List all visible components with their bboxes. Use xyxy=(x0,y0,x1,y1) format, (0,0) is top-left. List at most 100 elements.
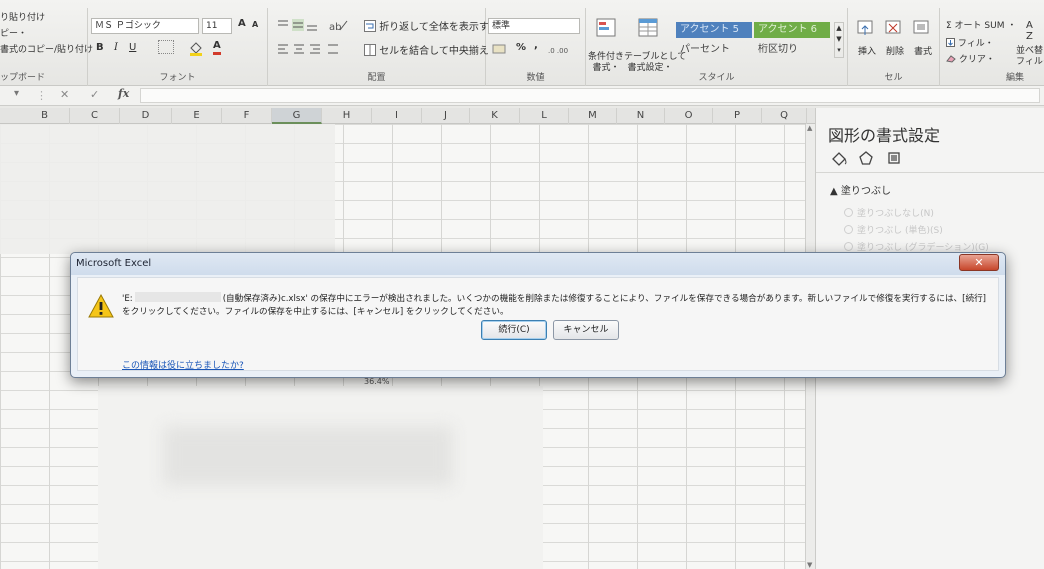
fill-section-header[interactable]: ▲ 塗りつぶし xyxy=(830,182,891,197)
font-group-label: フォント xyxy=(159,73,196,83)
fill-button[interactable]: フィル・ xyxy=(946,36,994,49)
format-cells-icon[interactable] xyxy=(912,18,932,41)
column-header-n[interactable]: N xyxy=(617,108,665,124)
progress-label: 36.4% xyxy=(364,377,390,386)
cells-group-label: セル xyxy=(884,73,903,83)
font-name-select[interactable]: ＭＳ Ｐゴシック xyxy=(91,18,199,34)
column-header-l[interactable]: L xyxy=(520,108,569,124)
style-accent6[interactable]: アクセント 6 xyxy=(754,22,830,38)
fill-none-option[interactable]: 塗りつぶしなし(N) xyxy=(844,206,934,219)
column-header-h[interactable]: H xyxy=(322,108,372,124)
styles-group: 条件付き 書式・ テーブルとして 書式設定・ アクセント 5 アクセント 6 パ… xyxy=(586,8,848,86)
autosum-button[interactable]: Σ オート SUM ・ xyxy=(946,18,1016,31)
feedback-link[interactable]: この情報は役に立ちましたか? xyxy=(122,358,244,371)
style-comma[interactable]: 桁区切り xyxy=(754,42,830,58)
merge-center-button[interactable]: セルを結合して中央揃え xyxy=(364,42,489,57)
column-header-o[interactable]: O xyxy=(665,108,713,124)
sheet-obscured-shape xyxy=(98,386,543,569)
format-button[interactable]: 書式 xyxy=(914,44,932,57)
column-header-q[interactable]: Q xyxy=(762,108,807,124)
font-size-select[interactable]: 11 xyxy=(202,18,232,34)
clear-button[interactable]: クリア・ xyxy=(946,52,995,65)
italic-button[interactable]: I xyxy=(114,42,118,53)
insert-cells-icon[interactable] xyxy=(856,18,876,41)
message-prefix: 'E: xyxy=(122,294,133,304)
style-accent5[interactable]: アクセント 5 xyxy=(676,22,752,38)
column-header-k[interactable]: K xyxy=(470,108,520,124)
clear-label: クリア・ xyxy=(958,55,995,65)
fill-line-icon[interactable] xyxy=(830,150,848,169)
sort-filter-icon[interactable]: AZ xyxy=(1024,18,1040,45)
effects-icon[interactable] xyxy=(858,150,874,169)
insert-button[interactable]: 挿入 xyxy=(858,44,876,57)
merge-center-label: セルを結合して中央揃え xyxy=(379,46,489,57)
paste-button[interactable]: り貼り付け xyxy=(0,10,93,26)
fill-label: フィル・ xyxy=(957,39,994,49)
column-header-f[interactable]: F xyxy=(222,108,272,124)
align-top-icon[interactable] xyxy=(276,18,318,35)
orientation-icon[interactable]: ab xyxy=(328,18,348,35)
scroll-up-icon[interactable]: ▲ xyxy=(807,124,812,132)
comma-button[interactable]: , xyxy=(534,40,538,51)
column-header-b[interactable]: B xyxy=(20,108,70,124)
format-as-table-icon[interactable] xyxy=(638,18,660,41)
format-painter-button[interactable]: 書式のコピー/貼り付け xyxy=(0,42,93,58)
fill-color-icon[interactable] xyxy=(188,40,204,59)
cancel-icon[interactable]: ✕ xyxy=(60,88,69,101)
svg-text:ab: ab xyxy=(329,22,341,32)
column-header-d[interactable]: D xyxy=(120,108,172,124)
number-group-label: 数値 xyxy=(526,73,545,83)
percent-button[interactable]: % xyxy=(516,42,526,53)
style-percent[interactable]: パーセント xyxy=(676,42,752,58)
name-box-dropdown-icon[interactable]: ▾ xyxy=(14,88,19,99)
grow-font-button[interactable]: A xyxy=(238,18,246,29)
filter-label: フィルタ xyxy=(1016,57,1044,67)
svg-text:Z: Z xyxy=(1026,31,1033,42)
continue-button[interactable]: 続行(C) xyxy=(481,320,547,340)
increase-decimal-icon[interactable]: .0 .00 xyxy=(548,42,578,59)
cancel-button[interactable]: キャンセル xyxy=(553,320,619,340)
delete-button[interactable]: 削除 xyxy=(886,44,904,57)
column-header-p[interactable]: P xyxy=(713,108,762,124)
number-format-select[interactable]: 標準 xyxy=(488,18,580,34)
bold-button[interactable]: B xyxy=(96,42,104,53)
column-header-e[interactable]: E xyxy=(172,108,222,124)
column-header-c[interactable]: C xyxy=(70,108,120,124)
conditional-format-icon[interactable] xyxy=(596,18,618,41)
formula-bar: ▾ ⋮ ✕ ✓ fx xyxy=(0,86,1044,106)
alignment-group-label: 配置 xyxy=(367,73,386,83)
ribbon: り貼り付け ピー・ 書式のコピー/貼り付け ップボード ＭＳ Ｐゴシック 11 … xyxy=(0,0,1044,86)
size-properties-icon[interactable] xyxy=(886,150,902,169)
message-body: (自動保存済み)c.xlsx' の保存中にエラーが検出されました。いくつかの機能… xyxy=(122,294,987,317)
sort-filter-button[interactable]: 並べ替フィルタ xyxy=(1016,46,1044,68)
align-left-icon[interactable] xyxy=(276,42,346,59)
shrink-font-button[interactable]: A xyxy=(252,20,258,29)
delete-cells-icon[interactable] xyxy=(884,18,904,41)
clipboard-group: り貼り付け ピー・ 書式のコピー/貼り付け ップボード xyxy=(0,8,93,86)
cells-group: 挿入 削除 書式 セル xyxy=(848,8,940,86)
redacted-filename xyxy=(134,292,221,302)
svg-text:.0 .00: .0 .00 xyxy=(548,47,568,55)
column-header-i[interactable]: I xyxy=(372,108,422,124)
wrap-text-label: 折り返して全体を表示する xyxy=(379,22,499,33)
column-header-j[interactable]: J xyxy=(422,108,470,124)
insert-function-icon[interactable]: fx xyxy=(118,87,129,100)
font-color-button[interactable]: A xyxy=(213,40,221,55)
fill-solid-option[interactable]: 塗りつぶし (単色)(S) xyxy=(844,223,943,236)
copy-button[interactable]: ピー・ xyxy=(0,26,93,42)
dialog-body: 'E: (自動保存済み)c.xlsx' の保存中にエラーが検出されました。いくつか… xyxy=(77,277,999,371)
currency-icon[interactable] xyxy=(492,42,510,59)
formula-input[interactable] xyxy=(140,88,1040,103)
underline-button[interactable]: U xyxy=(129,42,136,53)
enter-icon[interactable]: ✓ xyxy=(90,88,99,101)
dialog-titlebar: Microsoft Excel ✕ xyxy=(71,253,1005,275)
close-icon[interactable]: ✕ xyxy=(959,254,999,271)
scroll-down-icon[interactable]: ▼ xyxy=(807,561,812,569)
wrap-text-button[interactable]: 折り返して全体を表示する xyxy=(364,18,499,33)
sheet-obscured-area xyxy=(0,124,335,254)
column-header-m[interactable]: M xyxy=(569,108,617,124)
column-header-g[interactable]: G xyxy=(272,108,322,124)
border-icon[interactable] xyxy=(158,40,174,54)
svg-text:A: A xyxy=(1026,20,1033,31)
styles-more-icon[interactable]: ▲ ▼ ▾ xyxy=(834,22,844,58)
